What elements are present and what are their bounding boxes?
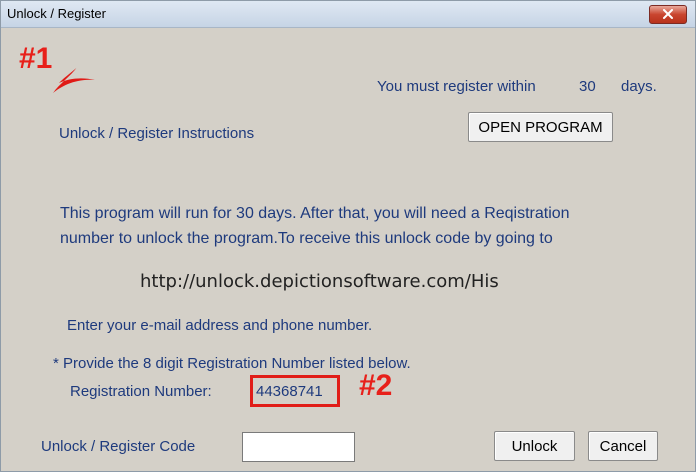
registration-number-label: Registration Number: [70, 383, 212, 400]
provide-registration-instruction: * Provide the 8 digit Registration Numbe… [53, 355, 411, 372]
instructions-line-1: This program will run for 30 days. After… [60, 205, 570, 222]
unlock-url: http://unlock.depictionsoftware.com/His [140, 271, 499, 292]
annotation-marker-1: #1 [19, 42, 53, 75]
unlock-register-dialog: Unlock / Register #1 You must register w… [0, 0, 696, 472]
annotation-marker-2: #2 [359, 369, 393, 402]
close-button[interactable] [649, 5, 687, 24]
email-phone-instruction: Enter your e-mail address and phone numb… [67, 317, 373, 334]
days-count: 30 [579, 78, 596, 95]
title-bar[interactable]: Unlock / Register [1, 1, 695, 28]
instructions-line-2: number to unlock the program.To receive … [60, 230, 553, 247]
cancel-button[interactable]: Cancel [588, 431, 658, 461]
unlock-code-input[interactable] [242, 432, 355, 462]
close-icon [662, 6, 674, 24]
days-suffix: days. [621, 78, 657, 95]
must-register-prefix: You must register within [377, 78, 536, 95]
open-program-button[interactable]: OPEN PROGRAM [468, 112, 613, 142]
dialog-body: #1 You must register within 30 days. OPE… [1, 28, 695, 471]
unlock-button[interactable]: Unlock [494, 431, 575, 461]
unlock-code-label: Unlock / Register Code [41, 438, 196, 455]
swoosh-logo-icon [51, 66, 99, 101]
registration-number-value: 44368741 [256, 383, 323, 400]
instructions-heading: Unlock / Register Instructions [59, 125, 255, 142]
window-title: Unlock / Register [7, 6, 106, 21]
